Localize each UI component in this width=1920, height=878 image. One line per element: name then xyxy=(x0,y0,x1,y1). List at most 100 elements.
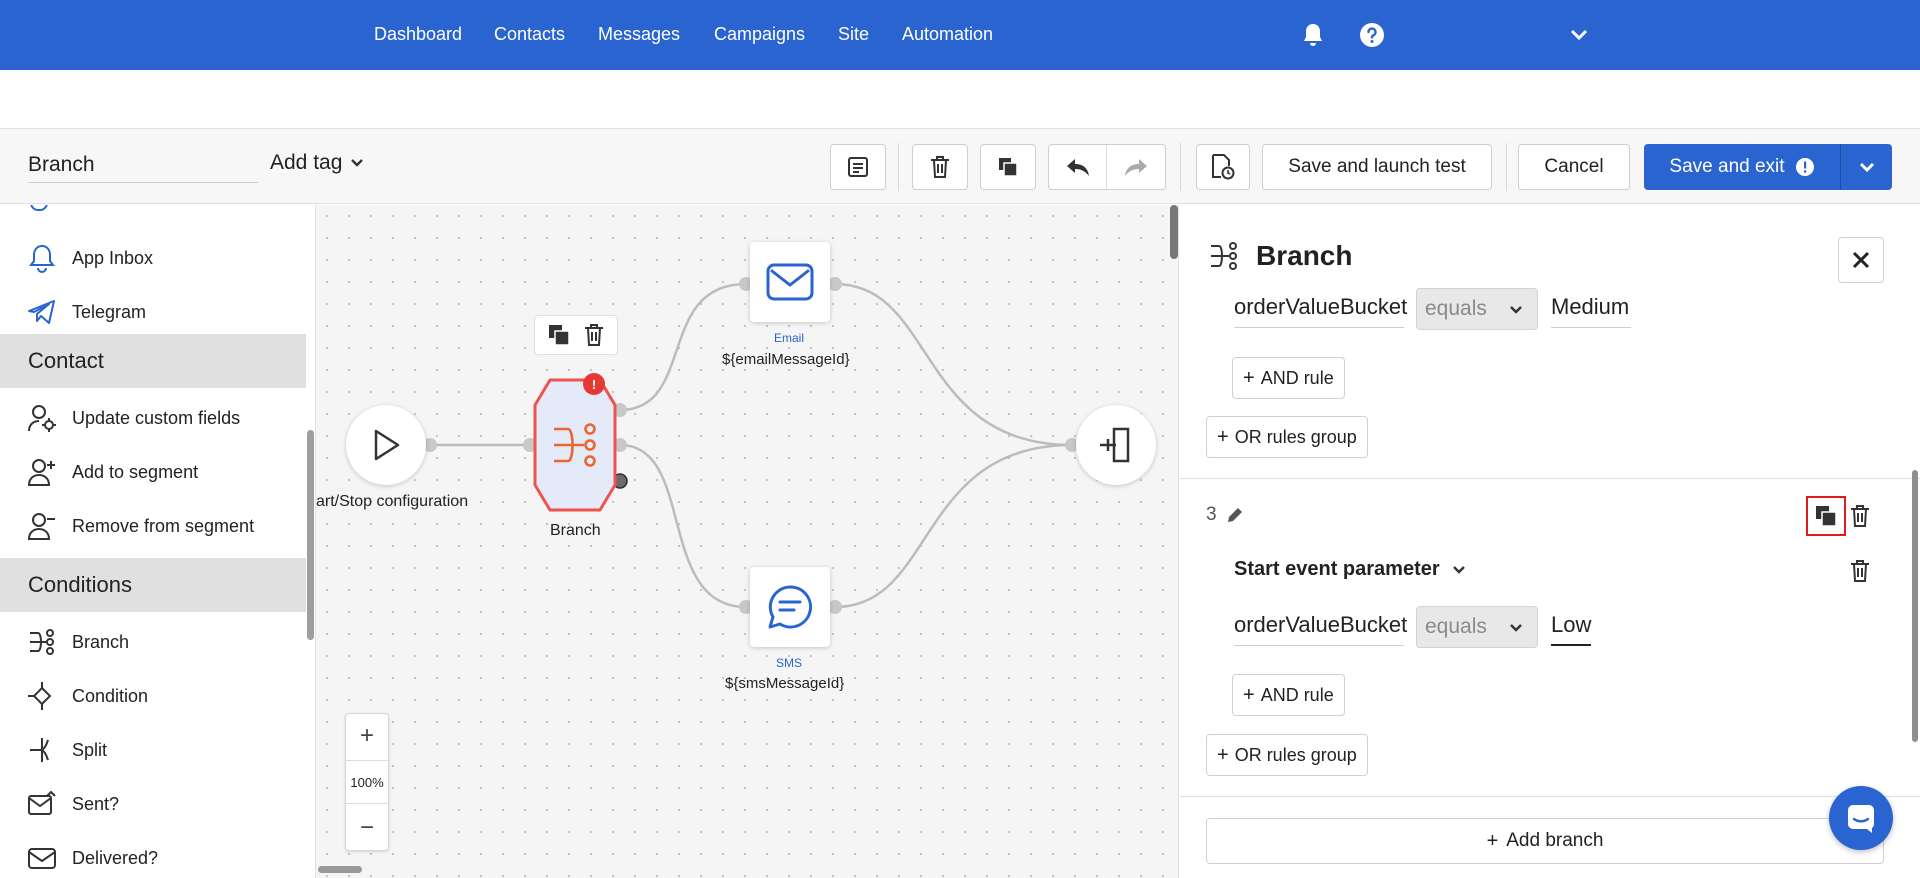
redo-button[interactable] xyxy=(1107,145,1165,189)
sidebar-item-add-to-segment[interactable]: Add to segment xyxy=(0,445,306,499)
branch-divider xyxy=(1180,478,1920,479)
scenario-name-input[interactable]: Branch xyxy=(28,151,258,183)
rule-operator-select[interactable]: equals xyxy=(1416,606,1538,648)
add-or-rules-group-button[interactable]: + OR rules group xyxy=(1206,416,1368,458)
zoom-controls: + 100% − xyxy=(345,713,389,851)
trash-icon[interactable] xyxy=(584,324,604,346)
start-node-label: art/Stop configuration xyxy=(316,493,469,510)
rule-parameter-field[interactable]: orderValueBucket xyxy=(1234,612,1407,646)
undo-icon xyxy=(1066,159,1089,176)
or-rules-group-label: OR rules group xyxy=(1234,426,1357,447)
panel-scrollbar[interactable] xyxy=(1912,470,1918,742)
sidebar-item-remove-from-segment[interactable]: Remove from segment xyxy=(0,499,306,553)
copy-icon[interactable] xyxy=(548,324,570,346)
copy-button[interactable] xyxy=(980,144,1036,190)
test-history-button[interactable] xyxy=(1196,144,1250,190)
play-icon xyxy=(374,429,400,461)
add-branch-button[interactable]: + Add branch xyxy=(1206,818,1884,864)
delivered-icon xyxy=(26,842,58,874)
close-panel-button[interactable] xyxy=(1838,237,1884,283)
separator xyxy=(898,143,899,191)
branch-number-value: 3 xyxy=(1206,504,1217,525)
flow-connectors xyxy=(423,277,1079,614)
branch-node-label: Branch xyxy=(550,522,601,539)
add-and-rule-button[interactable]: + AND rule xyxy=(1232,674,1345,716)
sidebar-item-split[interactable]: Split xyxy=(0,723,306,777)
flow-canvas[interactable]: art/Stop configuration ! Branch Email ${… xyxy=(316,205,1178,878)
zoom-out-button[interactable]: − xyxy=(346,806,388,850)
zoom-in-button[interactable]: + xyxy=(346,714,388,758)
sidebar-item-label: Telegram xyxy=(72,301,147,322)
sidebar-scrollbar[interactable] xyxy=(307,430,314,640)
rule-operator-select[interactable]: equals xyxy=(1416,288,1538,330)
rule-parameter-field[interactable]: orderValueBucket xyxy=(1234,294,1407,328)
trash-icon xyxy=(1851,560,1869,582)
node-actions-popover xyxy=(534,315,618,355)
rule-value-field[interactable]: Medium xyxy=(1551,294,1631,328)
sidebar-item-delivered[interactable]: Delivered? xyxy=(0,831,306,878)
bell-icon[interactable] xyxy=(1298,20,1328,50)
branch-number: 3 xyxy=(1206,504,1217,526)
add-tag-dropdown[interactable]: Add tag xyxy=(270,151,364,175)
delete-rules-group-button[interactable] xyxy=(1848,559,1872,583)
canvas-horizontal-scrollbar[interactable] xyxy=(318,866,362,873)
undo-redo-group xyxy=(1048,144,1166,190)
sidebar-item-branch[interactable]: Branch xyxy=(0,615,306,669)
warning-icon xyxy=(1795,158,1814,176)
chevron-down-icon xyxy=(1452,565,1465,574)
add-or-rules-group-button[interactable]: + OR rules group xyxy=(1206,734,1368,776)
add-and-rule-button[interactable]: + AND rule xyxy=(1232,357,1345,399)
operator-value: equals xyxy=(1425,615,1487,638)
help-icon[interactable] xyxy=(1357,20,1387,50)
cancel-button[interactable]: Cancel xyxy=(1518,144,1630,190)
sidebar-item-condition[interactable]: Condition xyxy=(0,669,306,723)
plus-icon: + xyxy=(1217,425,1229,448)
telegram-icon xyxy=(26,296,58,328)
sidebar-item-label: Delivered? xyxy=(72,847,159,868)
chevron-down-icon xyxy=(1510,306,1522,314)
add-branch-label: Add branch xyxy=(1506,830,1604,851)
user-remove-icon xyxy=(26,510,58,542)
nav-dashboard[interactable]: Dashboard xyxy=(374,24,462,45)
delete-branch-button[interactable] xyxy=(1848,504,1872,528)
branch-icon xyxy=(1208,240,1240,272)
sidebar-item-label: Split xyxy=(72,739,108,760)
copy-icon xyxy=(1816,506,1837,527)
sidebar-item-app-inbox[interactable]: App Inbox xyxy=(0,231,306,285)
nav-site[interactable]: Site xyxy=(838,24,869,45)
undo-button[interactable] xyxy=(1049,145,1107,189)
nav-contacts[interactable]: Contacts xyxy=(494,24,565,45)
sms-node[interactable] xyxy=(750,567,830,647)
sidebar-item-sent[interactable]: Sent? xyxy=(0,777,306,831)
copy-branch-button[interactable] xyxy=(1806,496,1846,536)
sidebar-item-label: Remove from segment xyxy=(72,515,255,536)
branch-node[interactable] xyxy=(532,377,618,513)
start-event-parameter-dropdown[interactable]: Start event parameter xyxy=(1234,558,1466,581)
editor-toolbar: Branch Add tag Save and launch test Canc… xyxy=(0,128,1920,204)
sidebar-item-label: App Inbox xyxy=(72,247,154,268)
and-rule-label: AND rule xyxy=(1260,367,1334,388)
email-node[interactable] xyxy=(750,242,830,322)
sidebar-item-label: Branch xyxy=(72,631,130,652)
canvas-vertical-scrollbar[interactable] xyxy=(1170,205,1178,259)
support-chat-button[interactable] xyxy=(1829,786,1893,850)
notes-button[interactable] xyxy=(830,144,886,190)
nav-messages[interactable]: Messages xyxy=(598,24,680,45)
email-type-label: Email xyxy=(774,331,805,345)
nav-campaigns[interactable]: Campaigns xyxy=(714,24,805,45)
delete-button[interactable] xyxy=(912,144,968,190)
sidebar-item-update-custom-fields[interactable]: Update custom fields xyxy=(0,391,306,445)
exit-node[interactable] xyxy=(1076,405,1156,485)
bell-icon xyxy=(26,242,58,274)
save-options-dropdown[interactable] xyxy=(1840,144,1892,190)
chat-icon xyxy=(768,585,812,629)
rule-value-field[interactable]: Low xyxy=(1551,612,1591,646)
sms-type-label: SMS xyxy=(776,656,803,670)
pencil-icon[interactable] xyxy=(1224,504,1246,526)
save-and-launch-test-button[interactable]: Save and launch test xyxy=(1262,144,1492,190)
chevron-down-icon[interactable] xyxy=(1564,20,1594,50)
sidebar-item-telegram[interactable]: Telegram xyxy=(0,285,306,339)
save-and-exit-button[interactable]: Save and exit xyxy=(1644,144,1840,190)
start-node[interactable] xyxy=(346,405,426,485)
nav-automation[interactable]: Automation xyxy=(902,24,993,45)
